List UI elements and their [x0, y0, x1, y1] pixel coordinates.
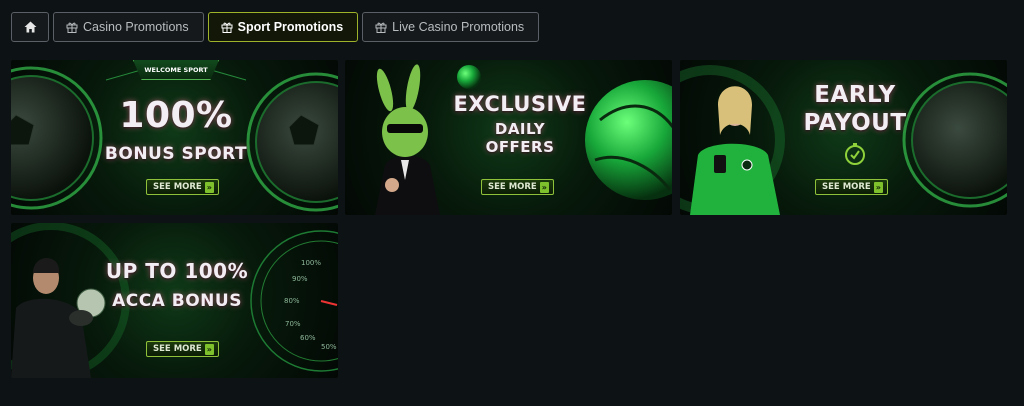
promo-title: EARLY	[814, 82, 896, 108]
gauge-label: 80%	[284, 297, 300, 305]
gauge-label: 50%	[321, 343, 337, 351]
promo-subtitle: ACCA BONUS	[112, 291, 242, 311]
tab-home[interactable]	[11, 12, 49, 42]
chevron-right-icon: »	[873, 181, 883, 193]
promo-title: UP TO 100%	[105, 259, 249, 283]
promo-card-early-payout[interactable]: EARLY PAYOUT SEE MORE »	[680, 60, 1007, 215]
promo-percent: 100%	[119, 95, 233, 136]
see-more-button[interactable]: SEE MORE »	[815, 179, 888, 195]
promo-card-bonus-sport[interactable]: WELCOME SPORT 100% BONUS SPORT SEE MORE …	[11, 60, 338, 215]
gift-icon	[221, 21, 233, 33]
tab-label: Live Casino Promotions	[392, 20, 525, 34]
see-more-button[interactable]: SEE MORE »	[481, 179, 554, 195]
gauge-label: 60%	[300, 334, 316, 342]
promo-subtitle-2: OFFERS	[485, 138, 555, 156]
welcome-badge: WELCOME SPORT	[133, 60, 219, 80]
promo-card-acca-bonus[interactable]: 100% 90% 80% 70% 60% 50% UP TO 100% ACCA…	[11, 223, 338, 378]
promo-subtitle: PAYOUT	[803, 110, 907, 136]
gauge-label: 70%	[285, 320, 301, 328]
gauge-label: 90%	[292, 275, 308, 283]
gift-icon	[375, 21, 387, 33]
promo-title: EXCLUSIVE	[453, 92, 587, 116]
tab-sport-promotions[interactable]: Sport Promotions	[207, 12, 359, 42]
chevron-right-icon: »	[204, 181, 214, 193]
tab-label: Casino Promotions	[83, 20, 189, 34]
home-icon	[24, 21, 37, 33]
chevron-right-icon: »	[204, 343, 214, 355]
chevron-right-icon: »	[539, 181, 549, 193]
tab-label: Sport Promotions	[237, 20, 344, 34]
promotion-tabs: Casino Promotions Sport Promotions Live …	[11, 12, 540, 42]
gift-icon	[66, 21, 78, 33]
promo-card-exclusive-offers[interactable]: EXCLUSIVE DAILY OFFERS SEE MORE »	[345, 60, 672, 215]
see-more-button[interactable]: SEE MORE »	[146, 179, 219, 195]
promotions-grid: WELCOME SPORT 100% BONUS SPORT SEE MORE …	[11, 60, 1007, 378]
gauge-label: 100%	[301, 259, 322, 267]
tab-live-casino-promotions[interactable]: Live Casino Promotions	[362, 12, 540, 42]
promo-title: BONUS SPORT	[104, 144, 248, 164]
stopwatch-icon	[845, 143, 865, 165]
tab-casino-promotions[interactable]: Casino Promotions	[53, 12, 204, 42]
see-more-button[interactable]: SEE MORE »	[146, 341, 219, 357]
promo-subtitle-1: DAILY	[494, 120, 546, 138]
